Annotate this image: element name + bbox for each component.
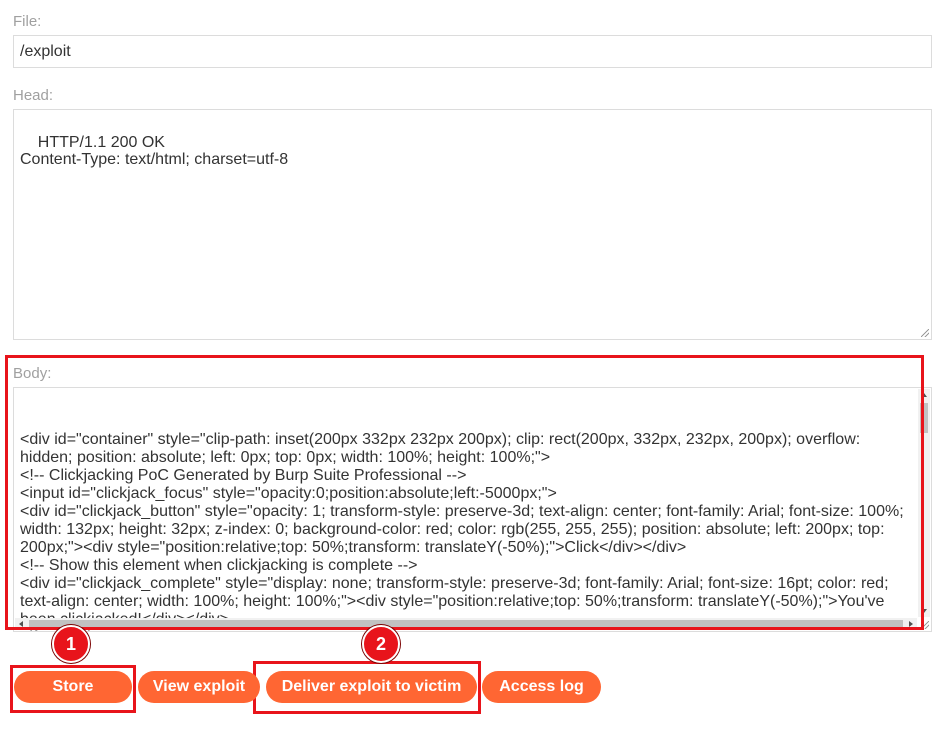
head-textarea[interactable]: HTTP/1.1 200 OK Content-Type: text/html;… — [13, 109, 932, 340]
horizontal-scroll-thumb[interactable] — [29, 620, 903, 628]
resize-grip-icon[interactable] — [921, 329, 929, 337]
head-label: Head: — [13, 87, 54, 104]
exploit-server-form: File: /exploit Head: HTTP/1.1 200 OK Con… — [0, 0, 944, 741]
resize-grip-icon[interactable] — [921, 621, 929, 629]
vertical-scroll-thumb[interactable] — [920, 403, 928, 433]
scroll-down-icon[interactable] — [921, 609, 927, 613]
body-textarea[interactable]: <div id="container" style="clip-path: in… — [13, 387, 932, 632]
vertical-scrollbar[interactable] — [918, 389, 930, 617]
deliver-exploit-button[interactable]: Deliver exploit to victim — [266, 671, 477, 703]
step-2-badge: 2 — [362, 625, 400, 663]
scroll-up-icon[interactable] — [921, 393, 927, 397]
horizontal-scrollbar[interactable] — [15, 618, 917, 630]
file-input[interactable]: /exploit — [13, 35, 932, 68]
step-1-badge: 1 — [52, 625, 90, 663]
scroll-left-icon[interactable] — [19, 621, 23, 627]
file-label: File: — [13, 13, 42, 30]
body-text: <div id="container" style="clip-path: in… — [20, 431, 904, 631]
access-log-button[interactable]: Access log — [482, 671, 601, 703]
scroll-right-icon[interactable] — [909, 621, 913, 627]
head-text: HTTP/1.1 200 OK Content-Type: text/html;… — [20, 134, 289, 168]
store-button[interactable]: Store — [14, 671, 132, 703]
view-exploit-button[interactable]: View exploit — [138, 671, 260, 703]
body-label: Body: — [13, 365, 52, 382]
